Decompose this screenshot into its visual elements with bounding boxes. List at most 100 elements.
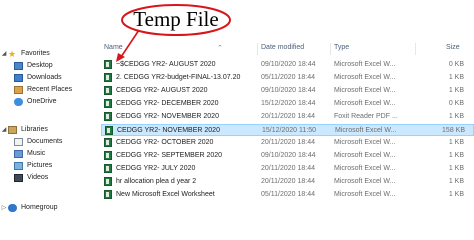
file-size: 1 KB [448, 113, 464, 120]
column-divider[interactable] [330, 43, 331, 55]
file-size: 0 KB [448, 61, 464, 68]
column-header-row: ⌃ Name Date modified Type Size [101, 41, 474, 57]
file-name: CEDGG YR2- JULY 2020 [116, 165, 196, 172]
column-date-modified[interactable]: Date modified [261, 44, 304, 51]
nav-pictures-label: Pictures [27, 162, 53, 169]
file-date-modified: 09/10/2020 18:44 [261, 61, 316, 68]
file-name: ~$CEDGG YR2- AUGUST 2020 [116, 61, 216, 68]
file-row[interactable]: 2. CEDGG YR2-budget-FINAL-13.07.20 05/11/… [101, 72, 474, 84]
documents-icon [14, 137, 23, 146]
nav-favorites[interactable]: ◢ ★ Favorites [1, 48, 50, 59]
file-row-selected[interactable]: CEDGG YR2- NOVEMBER 2020 15/12/2020 11:50… [101, 124, 474, 136]
file-name: CEDGG YR2- DECEMBER 2020 [116, 100, 219, 107]
file-size: 1 KB [448, 152, 464, 159]
file-size: 1 KB [448, 139, 464, 146]
nav-downloads-label: Downloads [27, 74, 62, 81]
file-row[interactable]: CEDGG YR2- AUGUST 2020 09/10/2020 18:44 Mi… [101, 85, 474, 97]
file-name: CEDGG YR2- SEPTEMBER 2020 [116, 152, 223, 159]
file-name: CEDGG YR2- NOVEMBER 2020 [117, 127, 220, 134]
star-icon: ★ [8, 48, 17, 59]
file-name: 2. CEDGG YR2-budget-FINAL-13.07.20 [116, 74, 241, 81]
file-size: 1 KB [448, 178, 464, 185]
pictures-icon [14, 161, 23, 170]
file-row[interactable]: CEDGG YR2- DECEMBER 2020 15/12/2020 18:44… [101, 98, 474, 110]
file-date-modified: 09/10/2020 18:44 [261, 152, 316, 159]
file-type: Microsoft Excel W... [334, 139, 396, 146]
nav-homegroup[interactable]: ▷ Homegroup [1, 202, 58, 213]
file-name: CEDGG YR2- OCTOBER 2020 [116, 139, 214, 146]
file-row[interactable]: CEDGG YR2- NOVEMBER 2020 20/11/2020 18:44… [101, 111, 474, 123]
collapse-arrow-icon[interactable]: ◢ [1, 50, 7, 57]
excel-file-icon [104, 99, 112, 108]
collapse-arrow-icon[interactable]: ◢ [1, 126, 7, 133]
file-type: Microsoft Excel W... [334, 178, 396, 185]
file-row[interactable]: hr allocation plea d year 2 20/11/2020 18… [101, 176, 474, 188]
column-type[interactable]: Type [334, 44, 349, 51]
excel-file-icon [104, 86, 112, 95]
nav-homegroup-label: Homegroup [21, 204, 58, 211]
nav-recent-places[interactable]: Recent Places [14, 84, 72, 95]
file-row[interactable]: CEDGG YR2- OCTOBER 2020 20/11/2020 18:44 M… [101, 137, 474, 149]
nav-documents-label: Documents [27, 138, 63, 145]
nav-favorites-label: Favorites [21, 50, 50, 57]
nav-onedrive[interactable]: OneDrive [14, 96, 57, 107]
nav-downloads[interactable]: Downloads [14, 72, 62, 83]
nav-onedrive-label: OneDrive [27, 98, 57, 105]
file-size: 1 KB [448, 191, 464, 198]
file-type: Microsoft Excel W... [334, 100, 396, 107]
file-row[interactable]: New Microsoft Excel Worksheet 05/11/2020 … [101, 189, 474, 201]
file-row[interactable]: ~$CEDGG YR2- AUGUST 2020 09/10/2020 18:44… [101, 59, 474, 71]
nav-pictures[interactable]: Pictures [14, 160, 52, 171]
navigation-pane: ◢ ★ Favorites Desktop Downloads Recent P… [0, 40, 98, 215]
onedrive-cloud-icon [14, 97, 23, 106]
excel-file-icon [104, 164, 112, 173]
nav-music[interactable]: Music [14, 148, 45, 159]
recent-places-icon [14, 85, 23, 94]
file-size: 1 KB [448, 87, 464, 94]
nav-videos-label: Videos [27, 174, 49, 181]
homegroup-icon [8, 203, 17, 212]
excel-file-icon [104, 112, 112, 121]
excel-file-icon [104, 73, 112, 82]
column-name[interactable]: Name [104, 44, 123, 51]
nav-documents[interactable]: Documents [14, 136, 62, 147]
file-type: Microsoft Excel W... [334, 74, 396, 81]
file-row[interactable]: CEDGG YR2- JULY 2020 20/11/2020 18:44 Micr… [101, 163, 474, 175]
file-date-modified: 15/12/2020 11:50 [262, 127, 316, 134]
file-name: CEDGG YR2- NOVEMBER 2020 [116, 113, 219, 120]
excel-file-icon [104, 138, 112, 147]
file-type: Microsoft Excel W... [334, 165, 396, 172]
file-type: Microsoft Excel W... [335, 127, 397, 134]
music-icon [14, 149, 23, 158]
column-divider[interactable] [415, 43, 416, 55]
file-date-modified: 20/11/2020 18:44 [261, 165, 315, 172]
nav-desktop[interactable]: Desktop [14, 60, 53, 71]
file-size: 1 KB [448, 165, 464, 172]
file-date-modified: 15/12/2020 18:44 [261, 100, 316, 107]
excel-file-icon [104, 190, 112, 199]
sort-caret-icon: ⌃ [217, 45, 223, 52]
libraries-icon [8, 125, 17, 134]
file-name: New Microsoft Excel Worksheet [116, 191, 215, 198]
nav-recent-places-label: Recent Places [27, 86, 73, 93]
file-date-modified: 20/11/2020 18:44 [261, 178, 315, 185]
file-date-modified: 05/11/2020 18:44 [261, 74, 315, 81]
expand-arrow-icon[interactable]: ▷ [1, 204, 7, 211]
nav-desktop-label: Desktop [27, 62, 53, 69]
file-name: CEDGG YR2- AUGUST 2020 [116, 87, 208, 94]
column-size[interactable]: Size [446, 44, 460, 51]
file-size: 0 KB [448, 100, 464, 107]
nav-videos[interactable]: Videos [14, 172, 48, 183]
file-type: Foxit Reader PDF ... [334, 113, 398, 120]
column-divider[interactable] [257, 43, 258, 55]
file-type: Microsoft Excel W... [334, 87, 396, 94]
videos-icon [14, 173, 23, 182]
file-date-modified: 20/11/2020 18:44 [261, 139, 315, 146]
file-row[interactable]: CEDGG YR2- SEPTEMBER 2020 09/10/2020 18:4… [101, 150, 474, 162]
nav-libraries-label: Libraries [21, 126, 48, 133]
file-type: Microsoft Excel W... [334, 152, 396, 159]
nav-libraries[interactable]: ◢ Libraries [1, 124, 48, 135]
file-type: Microsoft Excel W... [334, 191, 396, 198]
file-size: 158 KB [442, 127, 465, 134]
file-date-modified: 09/10/2020 18:44 [261, 87, 316, 94]
